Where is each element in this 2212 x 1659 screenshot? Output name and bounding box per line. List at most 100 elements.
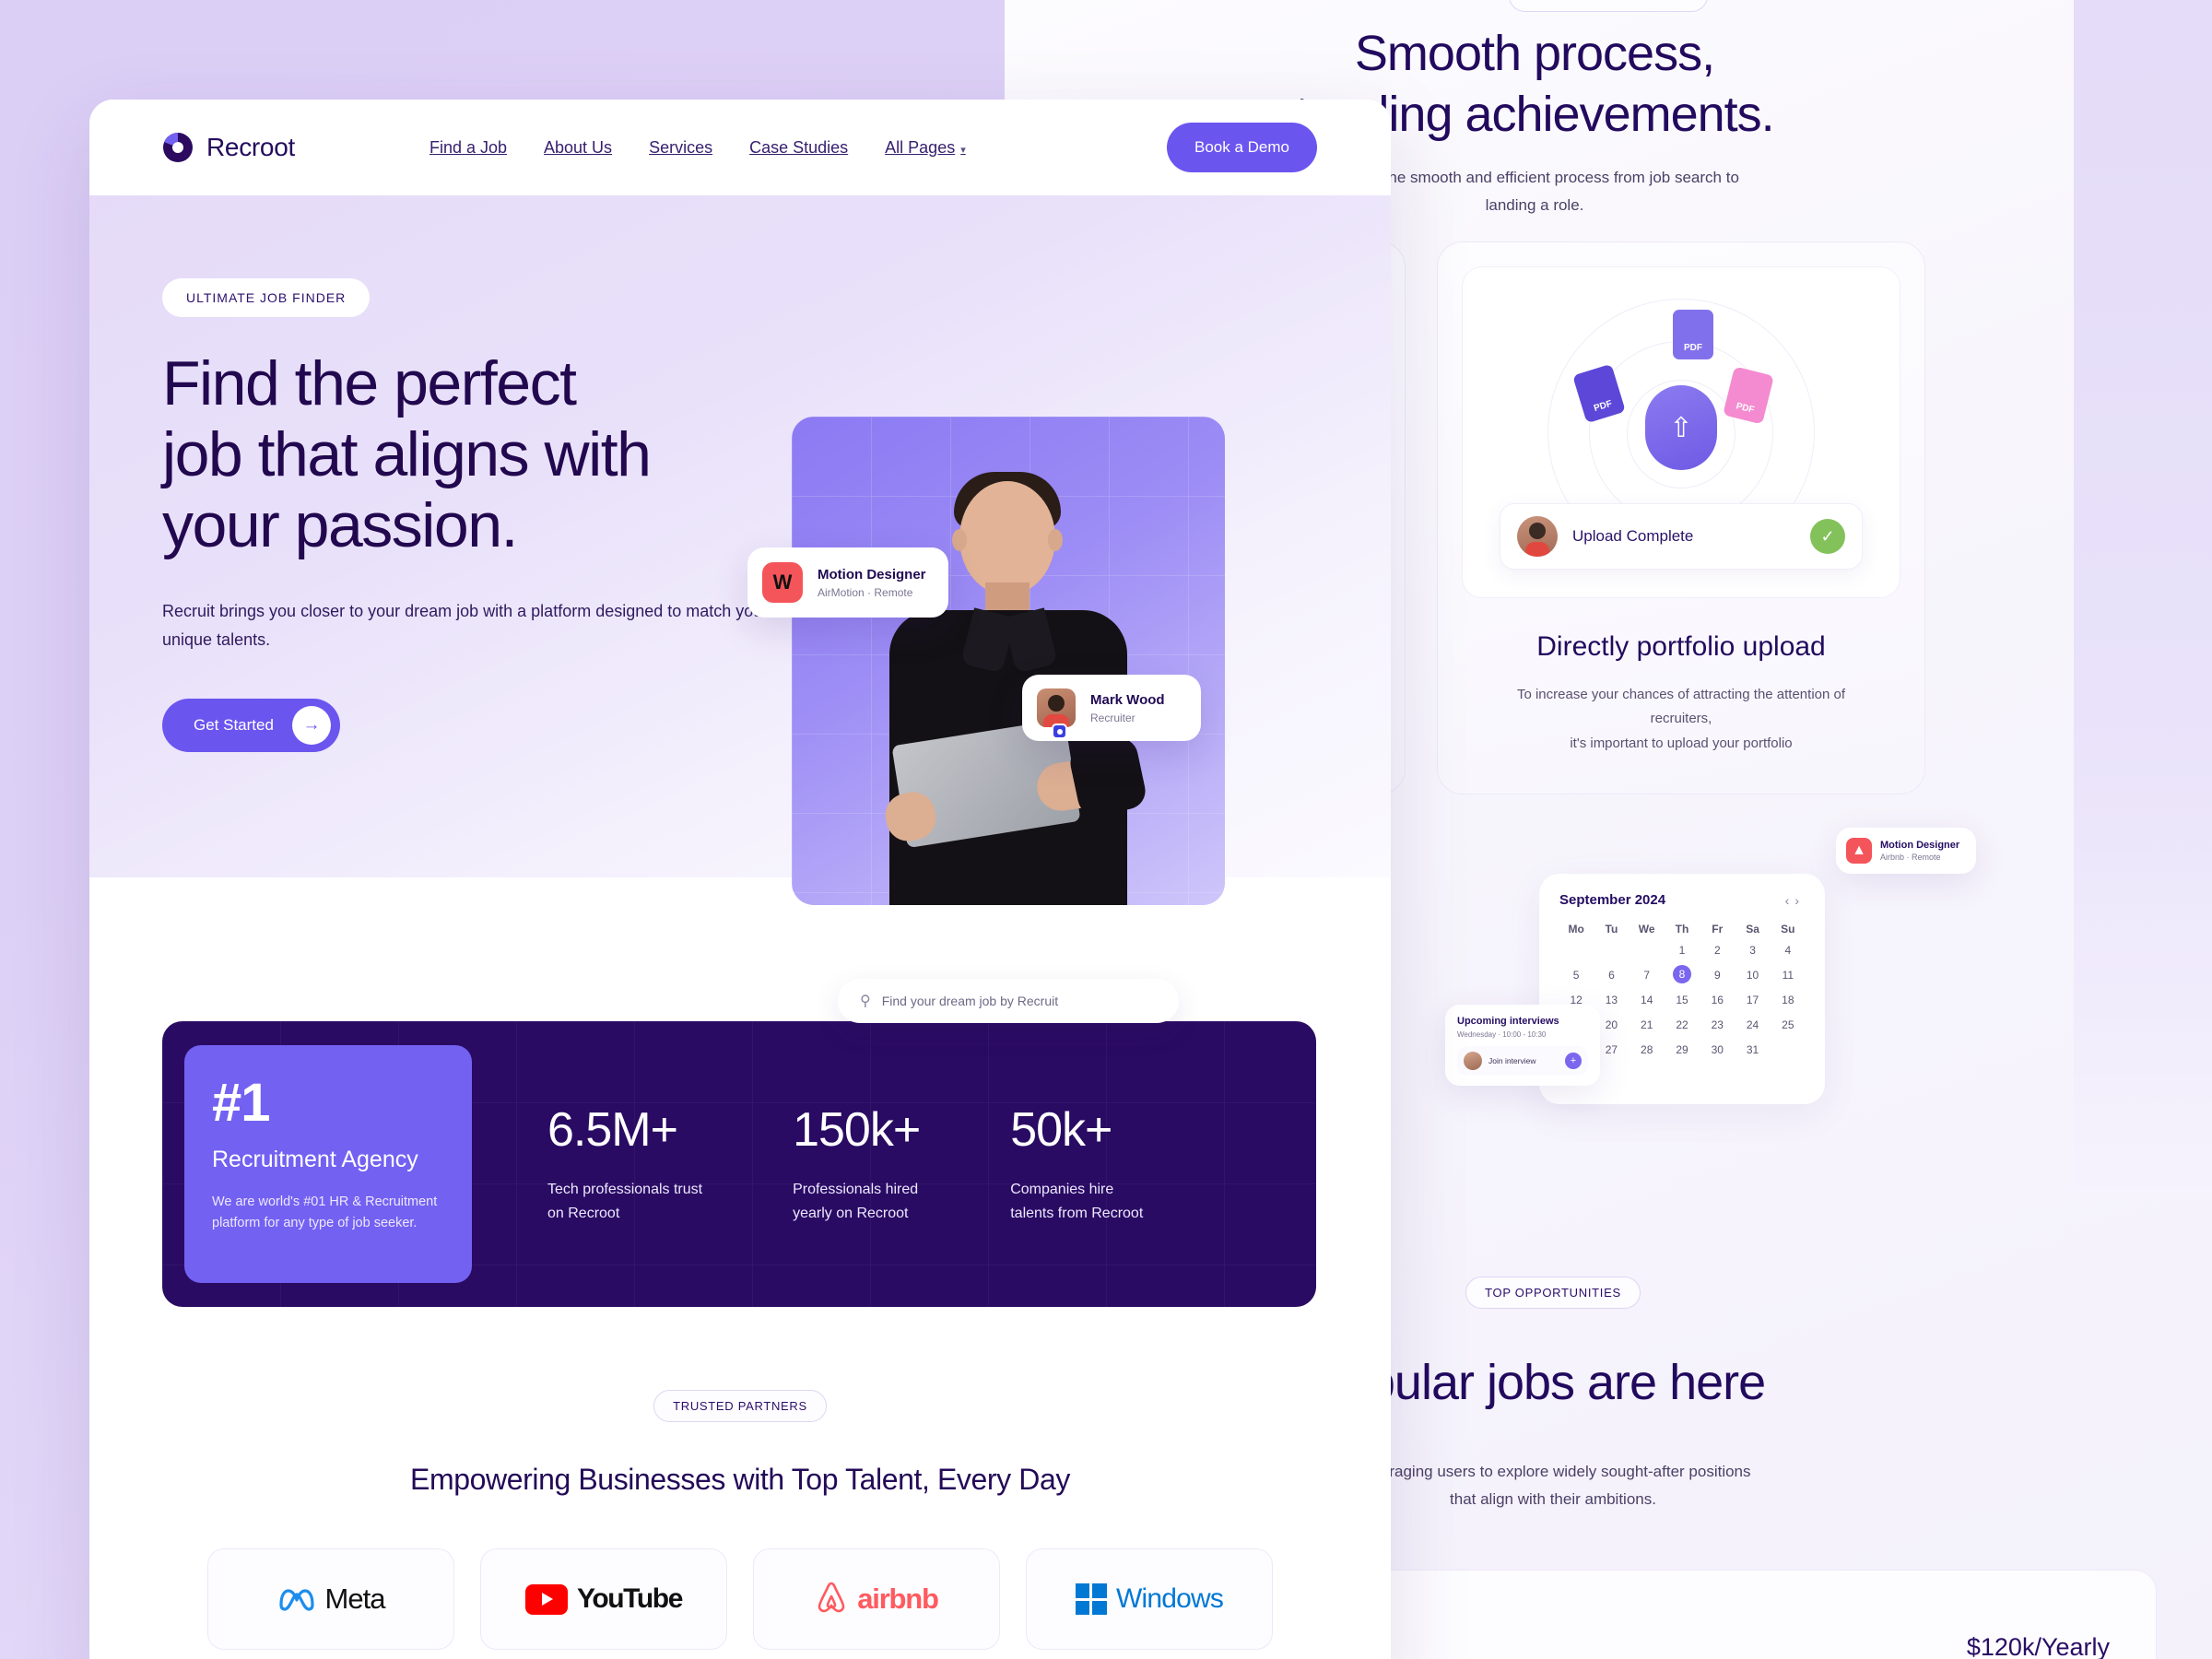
- calendar-day[interactable]: 10: [1735, 965, 1769, 985]
- stat-label: Companies hire talents from Recroot: [1010, 1178, 1143, 1227]
- partner-logo-label: Windows: [1115, 1583, 1224, 1614]
- book-a-demo-button[interactable]: Book a Demo: [1167, 123, 1317, 172]
- calendar-day[interactable]: 7: [1630, 965, 1664, 985]
- calendar-day[interactable]: 11: [1771, 965, 1805, 985]
- plus-icon[interactable]: +: [1565, 1053, 1582, 1069]
- stat-label: Tech professionals trust on Recroot: [547, 1178, 702, 1227]
- navbar: Recroot Find a Job About Us Services Cas…: [89, 100, 1391, 195]
- calendar-day[interactable]: 17: [1735, 990, 1769, 1010]
- get-started-label: Get Started: [194, 716, 274, 735]
- upcoming-title: Upcoming interviews: [1457, 1016, 1559, 1027]
- job-float-separator: ·: [1906, 853, 1910, 862]
- stat-label-line-2: yearly on Recroot: [793, 1206, 909, 1221]
- calendar-day[interactable]: 28: [1630, 1040, 1664, 1060]
- calendar-blank: [1630, 940, 1664, 960]
- calendar-day[interactable]: 3: [1735, 940, 1769, 960]
- chevron-down-icon: ▾: [960, 144, 966, 156]
- person-sleeve-right: [1066, 735, 1149, 819]
- upcoming-interviews-card[interactable]: Upcoming interviews Wednesday · 10:00 - …: [1445, 1005, 1600, 1086]
- stat-label-line-1: Companies hire: [1010, 1181, 1114, 1197]
- calendar-day[interactable]: 9: [1700, 965, 1734, 985]
- stat-item: 6.5M+ Tech professionals trust on Recroo…: [547, 1102, 702, 1227]
- airbnb-logo: ▲: [1846, 838, 1872, 864]
- search-placeholder: Find your dream job by Recruit: [881, 994, 1059, 1008]
- calendar-day[interactable]: 1: [1665, 940, 1699, 960]
- partner-logo-windows[interactable]: Windows: [1026, 1548, 1273, 1650]
- calendar-day[interactable]: 22: [1665, 1015, 1699, 1035]
- calendar-blank: [1559, 940, 1593, 960]
- upload-status-label: Upload Complete: [1572, 527, 1694, 545]
- windows-logo-icon: [1075, 1583, 1107, 1615]
- calendar-day[interactable]: 23: [1700, 1015, 1734, 1035]
- calendar-day[interactable]: 25: [1771, 1015, 1805, 1035]
- calendar-nav[interactable]: ‹›: [1785, 893, 1805, 908]
- arrow-right-icon: →: [291, 706, 331, 746]
- check-circle-icon: ✓: [1810, 519, 1845, 554]
- join-interview-row[interactable]: Join interview +: [1457, 1046, 1588, 1076]
- calendar-day[interactable]: 13: [1594, 990, 1628, 1010]
- calendar-day[interactable]: 14: [1630, 990, 1664, 1010]
- calendar-day[interactable]: 15: [1665, 990, 1699, 1010]
- calendar-day[interactable]: 2: [1700, 940, 1734, 960]
- stat-value: 50k+: [1010, 1102, 1112, 1157]
- nav-item-services[interactable]: Services: [649, 138, 712, 158]
- calendar-weekday: Mo: [1568, 923, 1584, 935]
- youtube-logo-icon: [524, 1583, 568, 1615]
- top-opportunities-badge[interactable]: TOP OPPORTUNITIES: [1465, 1277, 1641, 1309]
- partners-heading: Empowering Businesses with Top Talent, E…: [410, 1463, 1070, 1496]
- motion-designer-job-card[interactable]: W Motion Designer AirMotion · Remote: [747, 547, 948, 618]
- stat-label-line-1: Tech professionals trust: [547, 1181, 703, 1197]
- process-header: RECRUITMENT PROCESS: [1005, 0, 2212, 12]
- calendar-weekday: Fr: [1712, 923, 1724, 935]
- calendar-day[interactable]: 30: [1700, 1040, 1734, 1060]
- job-search-input[interactable]: ⚲ Find your dream job by Recruit: [838, 979, 1179, 1023]
- nav-item-about-us[interactable]: About Us: [544, 138, 612, 158]
- verified-badge-icon: [1052, 724, 1067, 739]
- calendar-weekday: Su: [1781, 923, 1795, 935]
- get-started-button[interactable]: Get Started →: [162, 699, 340, 753]
- partner-logos: Meta YouTube airbnb Windows: [89, 1548, 1391, 1650]
- calendar-day[interactable]: 29: [1665, 1040, 1699, 1060]
- upload-icon[interactable]: ⇧: [1645, 385, 1717, 470]
- job-float-card[interactable]: ▲ Motion Designer Airbnb · Remote: [1836, 828, 1976, 874]
- pdf-file-icon: PDF: [1673, 310, 1713, 359]
- stat-highlight-title: Recruitment Agency: [212, 1147, 418, 1172]
- partner-logo-youtube[interactable]: YouTube: [480, 1548, 727, 1650]
- calendar-day[interactable]: 4: [1771, 940, 1805, 960]
- process-heading-line-1: Smooth process,: [1354, 26, 1715, 81]
- recruitment-process-badge[interactable]: RECRUITMENT PROCESS: [1508, 0, 1709, 12]
- calendar-weekday: Sa: [1746, 923, 1759, 935]
- brand-logo[interactable]: Recroot: [162, 131, 295, 164]
- calendar-day[interactable]: 6: [1594, 965, 1628, 985]
- calendar-day[interactable]: 5: [1559, 965, 1593, 985]
- nav-links: Find a Job About Us Services Case Studie…: [429, 138, 966, 158]
- nav-item-case-studies[interactable]: Case Studies: [749, 138, 848, 158]
- nav-item-find-a-job[interactable]: Find a Job: [429, 138, 507, 158]
- stat-highlight-card: #1 Recruitment Agency We are world's #01…: [184, 1045, 472, 1283]
- trusted-partners-section: TRUSTED PARTNERS Empowering Businesses w…: [89, 1390, 1391, 1650]
- feature-title: Directly portfolio upload: [1536, 631, 1826, 662]
- calendar-day[interactable]: 24: [1735, 1015, 1769, 1035]
- partner-logo-meta[interactable]: Meta: [207, 1548, 454, 1650]
- upcoming-when: Wednesday · 10:00 - 10:30: [1457, 1030, 1547, 1039]
- partner-logo-airbnb[interactable]: airbnb: [753, 1548, 1000, 1650]
- calendar-day[interactable]: 18: [1771, 990, 1805, 1010]
- person-head: [959, 481, 1055, 595]
- recruiter-card[interactable]: Mark Wood Recruiter: [1022, 675, 1201, 741]
- stat-label-line-2: talents from Recroot: [1010, 1206, 1144, 1221]
- hero-image: [792, 417, 1225, 905]
- calendar-day[interactable]: 8: [1672, 965, 1691, 983]
- calendar-day[interactable]: 16: [1700, 990, 1734, 1010]
- nav-item-all-pages[interactable]: All Pages ▾: [885, 138, 966, 158]
- job-float-company: Airbnb: [1880, 853, 1905, 862]
- feature-card-portfolio-upload[interactable]: PDF PDF PDF ⇧ Upload Complete ✓ Directly…: [1437, 241, 1925, 794]
- calendar-weekday: Th: [1675, 923, 1689, 935]
- meta-logo-icon: [277, 1586, 316, 1612]
- calendar-day[interactable]: 21: [1630, 1015, 1664, 1035]
- stat-highlight-number: #1: [212, 1073, 271, 1133]
- calendar-day[interactable]: 31: [1735, 1040, 1769, 1060]
- stat-item: 50k+ Companies hire talents from Recroot: [1010, 1102, 1143, 1227]
- calendar-month-label: September 2024: [1559, 892, 1666, 908]
- feature-desc-line-1: To increase your chances of attracting t…: [1516, 687, 1846, 727]
- calendar-weekday: We: [1638, 923, 1655, 935]
